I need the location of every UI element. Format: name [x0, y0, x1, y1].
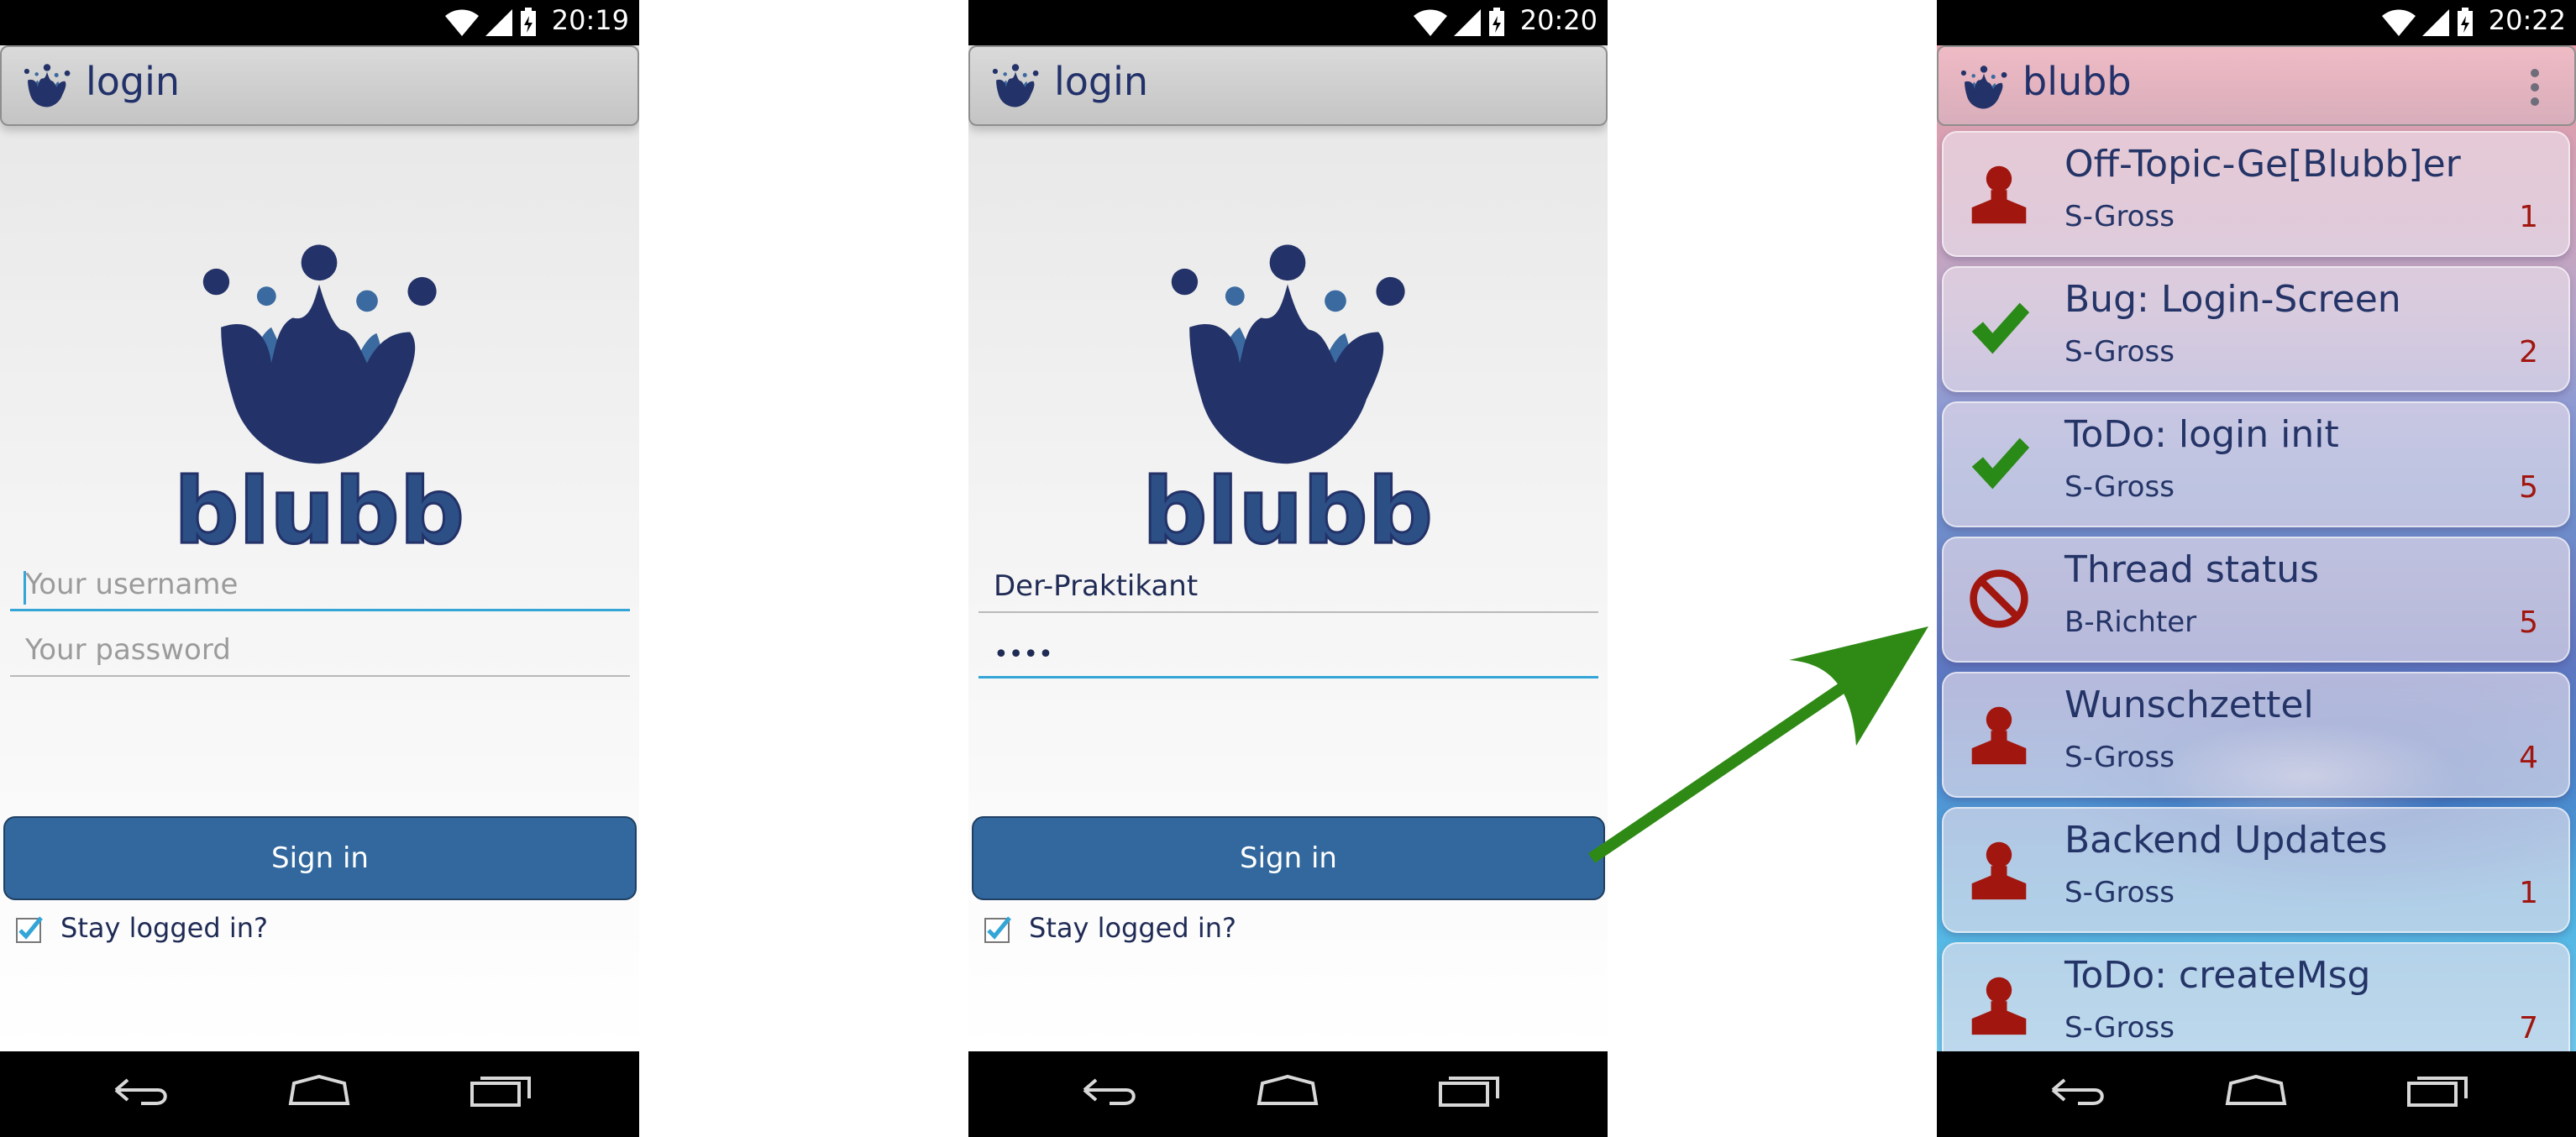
action-bar-title: blubb	[2023, 59, 2132, 104]
thread-author: S-Gross	[2064, 741, 2175, 774]
wifi-icon	[1414, 9, 1447, 36]
signal-icon	[2422, 9, 2449, 36]
thread-item[interactable]: Wunschzettel S-Gross 4	[1942, 672, 2570, 798]
password-value: ••••	[994, 640, 1053, 669]
thread-count: 2	[2519, 335, 2538, 369]
signal-icon	[1454, 9, 1481, 36]
thread-count: 1	[2519, 876, 2538, 910]
username-value: Der-Praktikant	[994, 569, 1199, 603]
status-icons	[2382, 8, 2473, 36]
thread-author: B-Richter	[2064, 605, 2197, 639]
battery-icon	[1489, 8, 1504, 36]
blubb-logo: blubb	[173, 244, 465, 563]
thread-item[interactable]: Off-Topic-Ge[Blubb]er S-Gross 1	[1942, 131, 2570, 257]
thread-title: ToDo: createMsg	[2064, 954, 2371, 997]
action-bar: blubb	[1937, 45, 2576, 126]
battery-icon	[2458, 8, 2473, 36]
wifi-icon	[445, 9, 479, 36]
back-icon[interactable]	[108, 1073, 175, 1110]
blocked-icon	[1967, 567, 2031, 631]
crown-logo-icon[interactable]	[1955, 65, 2012, 113]
action-bar: login	[968, 45, 1608, 126]
status-time: 20:20	[1519, 4, 1598, 36]
recents-icon[interactable]	[2404, 1073, 2471, 1110]
status-icons	[445, 8, 536, 36]
thread-author: S-Gross	[2064, 1011, 2175, 1045]
status-time: 20:22	[2488, 4, 2566, 36]
status-icons	[1414, 8, 1504, 36]
action-bar: login	[0, 45, 639, 126]
thread-item[interactable]: ToDo: login init S-Gross 5	[1942, 401, 2570, 527]
login-screen-empty: 20:19 login blubb Your username Your pas…	[0, 0, 639, 1137]
navigation-bar	[0, 1051, 639, 1137]
thread-count: 1	[2519, 200, 2538, 234]
thread-count: 5	[2519, 470, 2538, 505]
sign-in-button[interactable]: Sign in	[3, 816, 637, 900]
stay-logged-in-label: Stay logged in?	[60, 912, 268, 944]
user-icon	[1971, 706, 2027, 765]
thread-author: S-Gross	[2064, 470, 2175, 504]
user-icon	[1971, 841, 2027, 900]
wifi-icon	[2382, 9, 2416, 36]
status-bar: 20:22	[1937, 0, 2576, 45]
thread-author: S-Gross	[2064, 876, 2175, 909]
thread-title: Bug: Login-Screen	[2064, 278, 2401, 321]
action-bar-title: login	[1054, 59, 1149, 104]
thread-count: 7	[2519, 1011, 2538, 1045]
crown-logo-icon[interactable]	[987, 64, 1044, 111]
username-field[interactable]: Der-Praktikant	[978, 566, 1598, 613]
thread-title: Backend Updates	[2064, 819, 2388, 862]
blubb-logo: blubb	[1141, 244, 1434, 563]
status-time: 20:19	[551, 4, 629, 36]
crown-logo-icon[interactable]	[18, 64, 76, 111]
thread-item[interactable]: Backend Updates S-Gross 1	[1942, 807, 2570, 933]
stay-logged-in-checkbox[interactable]	[15, 915, 44, 944]
sign-in-button[interactable]: Sign in	[972, 816, 1605, 900]
checkmark-icon	[1971, 438, 2030, 490]
thread-title: Wunschzettel	[2064, 684, 2314, 726]
thread-author: S-Gross	[2064, 200, 2175, 233]
status-bar: 20:20	[968, 0, 1608, 45]
password-field[interactable]: Your password	[10, 630, 630, 677]
back-icon[interactable]	[1076, 1073, 1143, 1110]
battery-icon	[521, 8, 536, 36]
thread-item[interactable]: Thread status B-Richter 5	[1942, 537, 2570, 663]
home-icon[interactable]	[286, 1073, 353, 1110]
username-field[interactable]: Your username	[10, 564, 630, 611]
status-bar: 20:19	[0, 0, 639, 45]
thread-title: ToDo: login init	[2064, 413, 2339, 456]
username-placeholder: Your username	[25, 568, 239, 601]
arrow-head	[1789, 626, 1928, 746]
logo-wordmark: blubb	[174, 459, 464, 563]
home-icon[interactable]	[1254, 1073, 1321, 1110]
user-icon	[1971, 977, 2027, 1035]
user-icon	[1971, 165, 2027, 224]
signal-icon	[485, 9, 512, 36]
login-screen-filled: 20:20 login blubb Der-Praktikant •••• Si…	[968, 0, 1608, 1137]
password-placeholder: Your password	[25, 633, 231, 667]
stay-logged-in-label: Stay logged in?	[1029, 912, 1236, 944]
arrow-shaft	[1588, 682, 1847, 863]
back-icon[interactable]	[2044, 1073, 2112, 1110]
thread-title: Off-Topic-Ge[Blubb]er	[2064, 143, 2461, 186]
recents-icon[interactable]	[1435, 1073, 1503, 1110]
logo-wordmark: blubb	[1142, 459, 1433, 563]
recents-icon[interactable]	[467, 1073, 534, 1110]
navigation-bar	[1937, 1051, 2576, 1137]
action-bar-title: login	[86, 59, 181, 104]
navigation-bar	[968, 1051, 1608, 1137]
overflow-menu-icon[interactable]	[2531, 69, 2541, 109]
thread-item[interactable]: Bug: Login-Screen S-Gross 2	[1942, 266, 2570, 392]
stay-logged-in-checkbox[interactable]	[984, 915, 1012, 944]
thread-count: 4	[2519, 741, 2538, 775]
thread-list-screen: 20:22 blubb Off-Topic-Ge[Blubb]er S-Gross…	[1937, 0, 2576, 1137]
thread-item[interactable]: ToDo: createMsg S-Gross 7	[1942, 942, 2570, 1068]
thread-author: S-Gross	[2064, 335, 2175, 369]
thread-title: Thread status	[2064, 548, 2320, 591]
password-field[interactable]: ••••	[978, 631, 1598, 679]
home-icon[interactable]	[2222, 1073, 2290, 1110]
checkmark-icon	[1971, 302, 2030, 354]
thread-count: 5	[2519, 605, 2538, 640]
